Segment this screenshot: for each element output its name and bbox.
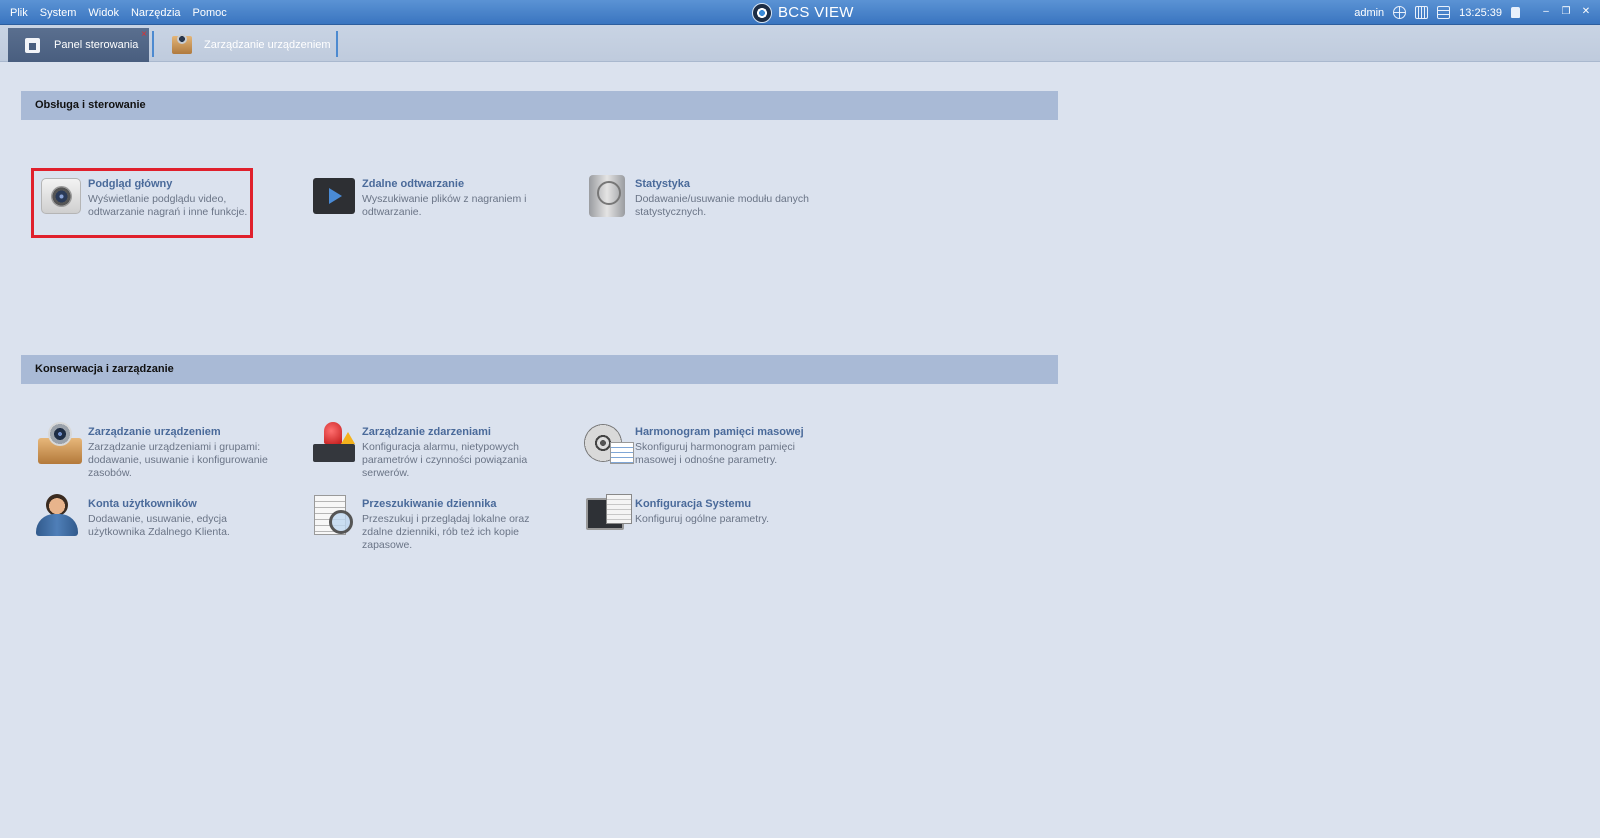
item-description: Przeszukuj i przeglądaj lokalne oraz zda…	[362, 513, 530, 551]
tab-bar: Panel sterowania × Zarządzanie urządzeni…	[0, 25, 1600, 62]
tab-panel-sterowania[interactable]: Panel sterowania ×	[8, 28, 149, 62]
play-video-icon	[308, 172, 356, 220]
device-icon	[34, 420, 82, 468]
restore-button[interactable]: ❐	[1558, 4, 1574, 20]
item-description: Dodawanie/usuwanie modułu danych statyst…	[635, 193, 809, 218]
item-konta-uzytkownikow[interactable]: Konta użytkowników Dodawanie, usuwanie, …	[34, 492, 284, 540]
tab-separator	[336, 31, 338, 57]
item-statystyka[interactable]: Statystyka Dodawanie/usuwanie modułu dan…	[581, 172, 831, 220]
tab-zarzadzanie-urzadzeniem[interactable]: Zarządzanie urządzeniem	[160, 28, 336, 62]
item-title[interactable]: Zdalne odtwarzanie	[362, 178, 552, 190]
film-reel-icon	[581, 420, 634, 468]
globe-icon[interactable]	[1393, 6, 1407, 19]
item-title[interactable]: Zarządzanie zdarzeniami	[362, 426, 552, 438]
window-controls: – ❐ ✕	[1538, 4, 1594, 20]
item-description: Dodawanie, usuwanie, edycja użytkownika …	[88, 513, 230, 538]
tab-close-icon[interactable]: ×	[141, 29, 147, 40]
menu-plik[interactable]: Plik	[4, 7, 34, 19]
item-konfiguracja-systemu[interactable]: Konfiguracja Systemu Konfiguruj ogólne p…	[581, 492, 831, 540]
hard-disk-icon	[581, 172, 629, 220]
user-icon	[34, 492, 82, 540]
item-description: Konfiguracja alarmu, nietypowych paramet…	[362, 441, 528, 479]
minimize-button[interactable]: –	[1538, 4, 1554, 20]
item-przeszukiwanie-dziennika[interactable]: Przeszukiwanie dziennika Przeszukuj i pr…	[308, 492, 558, 552]
item-description: Wyszukiwanie plików z nagraniem i odtwar…	[362, 193, 527, 218]
section-header-obsluga: Obsługa i sterowanie	[21, 91, 1058, 120]
app-title: BCS VIEW	[752, 2, 854, 23]
item-description: Zarządzanie urządzeniami i grupami: doda…	[88, 441, 268, 479]
tab-label: Zarządzanie urządzeniem	[204, 39, 331, 51]
section-header-konserwacja: Konserwacja i zarządzanie	[21, 355, 1058, 384]
item-title[interactable]: Konta użytkowników	[88, 498, 278, 510]
item-title[interactable]: Zarządzanie urządzeniem	[88, 426, 278, 438]
menu-widok[interactable]: Widok	[82, 7, 125, 19]
device-icon	[172, 34, 192, 54]
system-config-icon	[581, 492, 632, 540]
menu-narzedzia[interactable]: Narzędzia	[125, 7, 187, 19]
tab-label: Panel sterowania	[54, 39, 139, 51]
alarm-icon	[308, 420, 356, 468]
lock-icon[interactable]	[1511, 7, 1520, 18]
status-area: admin 13:25:39	[1354, 0, 1520, 25]
cpu-icon[interactable]	[1415, 6, 1429, 19]
item-harmonogram-pamieci[interactable]: Harmonogram pamięci masowej Skonfiguruj …	[581, 420, 831, 468]
item-title[interactable]: Konfiguracja Systemu	[635, 498, 825, 510]
clock: 13:25:39	[1459, 6, 1502, 19]
home-icon	[25, 37, 40, 53]
close-button[interactable]: ✕	[1578, 4, 1594, 20]
item-description: Konfiguruj ogólne parametry.	[635, 513, 770, 525]
user-name[interactable]: admin	[1354, 7, 1384, 19]
tab-separator	[152, 31, 154, 57]
item-title[interactable]: Przeszukiwanie dziennika	[362, 498, 552, 510]
item-zdalne-odtwarzanie[interactable]: Zdalne odtwarzanie Wyszukiwanie plików z…	[308, 172, 558, 220]
log-search-icon	[308, 492, 356, 540]
menu-bar: Plik System Widok Narzędzia Pomoc	[4, 0, 233, 25]
item-description: Skonfiguruj harmonogram pamięci masowej …	[635, 441, 795, 466]
title-bar: Plik System Widok Narzędzia Pomoc BCS VI…	[0, 0, 1600, 25]
app-logo-icon	[752, 2, 772, 23]
menu-pomoc[interactable]: Pomoc	[187, 7, 233, 19]
selection-highlight	[31, 168, 253, 238]
item-title[interactable]: Harmonogram pamięci masowej	[635, 426, 825, 438]
item-zarzadzanie-urzadzeniem[interactable]: Zarządzanie urządzeniem Zarządzanie urzą…	[34, 420, 284, 480]
menu-system[interactable]: System	[34, 7, 83, 19]
item-title[interactable]: Statystyka	[635, 178, 825, 190]
network-icon[interactable]	[1437, 6, 1451, 19]
app-name: BCS VIEW	[778, 4, 854, 21]
item-zarzadzanie-zdarzeniami[interactable]: Zarządzanie zdarzeniami Konfiguracja ala…	[308, 420, 558, 480]
